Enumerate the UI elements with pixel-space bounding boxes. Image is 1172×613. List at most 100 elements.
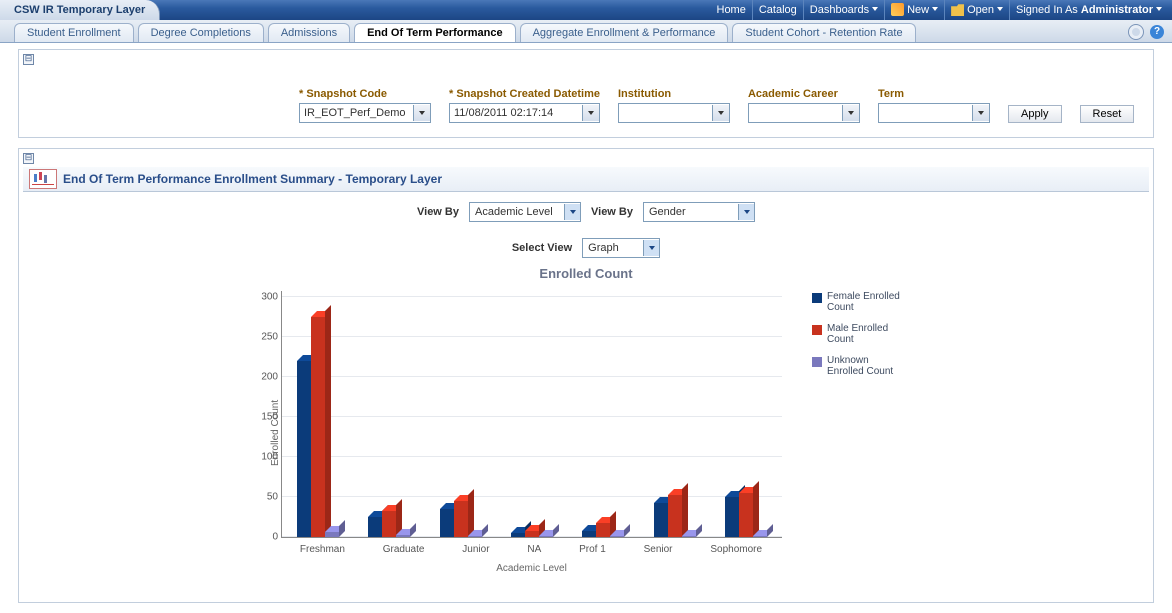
nav-new-label: New [907,4,929,16]
chart-bar [368,517,382,537]
selectview-select[interactable]: Graph [582,238,660,258]
chart-x-tick: Graduate [383,544,425,555]
chart-y-tick: 100 [252,452,278,463]
chevron-down-icon [932,7,938,11]
filter-term-label: Term [878,88,990,100]
chart-x-tick: Freshman [300,544,345,555]
chart-bar-group [582,523,624,537]
collapse-toggle[interactable]: ⊟ [23,153,34,164]
chart-bar [454,501,468,537]
chart-x-tick: Sophomore [710,544,762,555]
chart-bar [396,535,410,537]
chart-legend: Female Enrolled Count Male Enrolled Count… [812,291,902,574]
legend-item: Male Enrolled Count [812,323,902,345]
chart-bar [682,536,696,537]
chevron-down-icon [997,7,1003,11]
filter-snapshot-code-select[interactable]: IR_EOT_Perf_Demo [299,103,431,123]
chart-x-tick: Prof 1 [579,544,606,555]
selectview-value: Graph [583,242,643,254]
chart-bar [725,497,739,537]
chart-y-tick: 300 [252,292,278,303]
chart-bar [539,536,553,537]
viewby-select-2[interactable]: Gender [643,202,755,222]
chart-y-tick: 0 [252,532,278,543]
chart-bar-group [440,501,482,537]
chart-bar [753,536,767,537]
nav-new[interactable]: New [885,0,945,20]
legend-item: Unknown Enrolled Count [812,355,902,377]
nav-dashboards[interactable]: Dashboards [804,0,885,20]
tab-student-enrollment[interactable]: Student Enrollment [14,23,134,42]
legend-label: Female Enrolled Count [827,291,902,313]
legend-label: Male Enrolled Count [827,323,902,345]
chevron-down-icon [1156,7,1162,11]
viewby-value-1: Academic Level [470,206,564,218]
chart-bar [654,503,668,537]
signed-in-prefix: Signed In As [1016,4,1078,16]
app-title-tab: CSW IR Temporary Layer [0,0,160,20]
chart-bar-group [368,511,410,537]
open-folder-icon [951,3,964,16]
chart-bar-group [654,495,696,537]
filter-panel: ⊟ * Snapshot Code IR_EOT_Perf_Demo * Sna… [18,49,1154,138]
nav-home[interactable]: Home [711,0,753,20]
legend-swatch [812,325,822,335]
chart-bar [468,536,482,537]
chevron-down-icon [872,7,878,11]
reset-button[interactable]: Reset [1080,105,1135,123]
viewby-label-1: View By [417,206,459,218]
viewby-select-1[interactable]: Academic Level [469,202,581,222]
viewby-value-2: Gender [644,206,738,218]
nav-open-label: Open [967,4,994,16]
chart-y-tick: 200 [252,372,278,383]
filter-snapshot-datetime-label: * Snapshot Created Datetime [449,88,600,100]
chart-x-tick: NA [527,544,541,555]
page-options-icon[interactable] [1128,24,1144,40]
dropdown-arrow-icon [712,105,729,121]
help-icon[interactable]: ? [1150,25,1164,39]
nav-dashboards-label: Dashboards [810,4,869,16]
section-title: End Of Term Performance Enrollment Summa… [63,172,442,186]
chart-x-tick: Senior [644,544,673,555]
tab-aggregate-enrollment[interactable]: Aggregate Enrollment & Performance [520,23,729,42]
viewby-label-2: View By [591,206,633,218]
filter-institution-label: Institution [618,88,730,100]
chart-y-tick: 50 [252,492,278,503]
legend-swatch [812,357,822,367]
filter-institution-select[interactable] [618,103,730,123]
chart-bar [511,533,525,537]
nav-catalog[interactable]: Catalog [753,0,804,20]
chart-bar [582,531,596,537]
filter-career-select[interactable] [748,103,860,123]
chart-bar [382,511,396,537]
tab-admissions[interactable]: Admissions [268,23,350,42]
apply-button[interactable]: Apply [1008,105,1062,123]
chart-bar [610,536,624,537]
dropdown-arrow-icon [564,204,580,220]
signed-in-user[interactable]: Signed In As Administrator [1010,0,1172,20]
chart-x-tick: Junior [462,544,489,555]
dropdown-arrow-icon [842,105,859,121]
tab-student-cohort-retention[interactable]: Student Cohort - Retention Rate [732,23,915,42]
filter-snapshot-datetime-select[interactable]: 11/08/2011 02:17:14 [449,103,600,123]
tab-degree-completions[interactable]: Degree Completions [138,23,264,42]
filter-career-label: Academic Career [748,88,860,100]
filter-snapshot-code-value: IR_EOT_Perf_Demo [300,107,413,119]
report-chart-icon [29,169,57,189]
dropdown-arrow-icon [643,240,659,256]
chart-bar-group [511,531,553,537]
nav-open[interactable]: Open [945,0,1010,20]
chart-bar-group [297,317,339,537]
chart-y-tick: 150 [252,412,278,423]
tab-end-of-term-performance[interactable]: End Of Term Performance [354,23,516,42]
filter-term-select[interactable] [878,103,990,123]
selectview-label: Select View [512,242,572,254]
collapse-toggle[interactable]: ⊟ [23,54,34,65]
chart-y-tick: 250 [252,332,278,343]
legend-item: Female Enrolled Count [812,291,902,313]
chart-x-axis-label: Academic Level [281,563,782,574]
chart-bar-group [725,493,767,537]
dropdown-arrow-icon [413,105,430,121]
new-icon [891,3,904,16]
legend-swatch [812,293,822,303]
